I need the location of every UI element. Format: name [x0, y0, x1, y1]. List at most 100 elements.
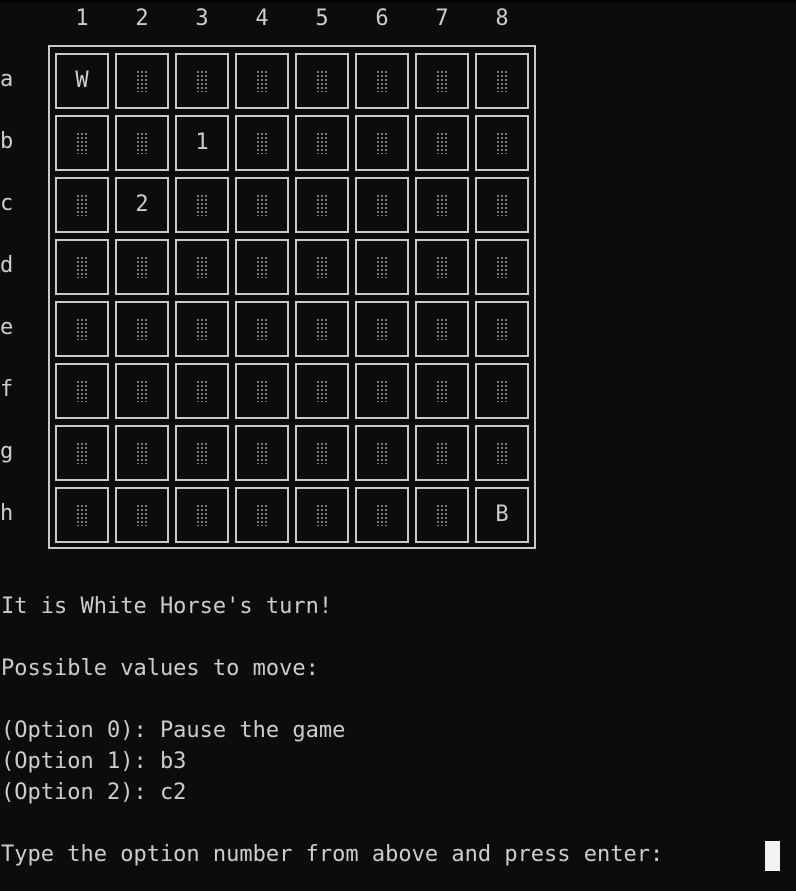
board-cell-b4 [235, 115, 289, 171]
board-cell-d5 [295, 239, 349, 295]
board-cell-h8: B [475, 487, 529, 543]
board-cell-a8 [475, 53, 529, 109]
board-cell-f6 [355, 363, 409, 419]
empty-square-shade-icon [256, 318, 268, 340]
board-cell-b2 [115, 115, 169, 171]
row-label: g [0, 439, 14, 464]
board-cell-b5 [295, 115, 349, 171]
board-cell-g3 [175, 425, 229, 481]
column-label: 4 [255, 6, 269, 31]
board-cell-h5 [295, 487, 349, 543]
board-cell-a7 [415, 53, 469, 109]
board-cell-h7 [415, 487, 469, 543]
window-top-edge [0, 0, 796, 3]
board-cell-b6 [355, 115, 409, 171]
empty-square-shade-icon [196, 194, 208, 216]
board-cell-d1 [55, 239, 109, 295]
empty-square-shade-icon [256, 132, 268, 154]
possible-moves-header: Possible values to move: [1, 656, 319, 681]
board-cell-d3 [175, 239, 229, 295]
empty-square-shade-icon [76, 504, 88, 526]
empty-square-shade-icon [376, 256, 388, 278]
board-cell-b3: 1 [175, 115, 229, 171]
column-label: 2 [135, 6, 149, 31]
black-horse-piece: B [495, 502, 509, 527]
board-cell-c2: 2 [115, 177, 169, 233]
row-label: d [0, 253, 14, 278]
empty-square-shade-icon [316, 504, 328, 526]
empty-square-shade-icon [316, 442, 328, 464]
empty-square-shade-icon [436, 442, 448, 464]
move-marker: 1 [195, 130, 209, 155]
empty-square-shade-icon [196, 504, 208, 526]
board-cell-e1 [55, 301, 109, 357]
empty-square-shade-icon [496, 442, 508, 464]
empty-square-shade-icon [76, 380, 88, 402]
board-cell-c7 [415, 177, 469, 233]
empty-square-shade-icon [136, 70, 148, 92]
empty-square-shade-icon [376, 132, 388, 154]
board-cell-e5 [295, 301, 349, 357]
empty-square-shade-icon [436, 504, 448, 526]
board-cell-f4 [235, 363, 289, 419]
empty-square-shade-icon [256, 442, 268, 464]
board-cell-g8 [475, 425, 529, 481]
board-cell-b1 [55, 115, 109, 171]
empty-square-shade-icon [436, 380, 448, 402]
empty-square-shade-icon [496, 256, 508, 278]
empty-square-shade-icon [76, 194, 88, 216]
column-label: 6 [375, 6, 389, 31]
board-cell-f7 [415, 363, 469, 419]
empty-square-shade-icon [256, 194, 268, 216]
board-cell-e7 [415, 301, 469, 357]
option-0: (Option 0): Pause the game [1, 718, 346, 743]
option-1: (Option 1): b3 [1, 749, 187, 774]
board-cell-d4 [235, 239, 289, 295]
empty-square-shade-icon [196, 380, 208, 402]
empty-square-shade-icon [496, 70, 508, 92]
empty-square-shade-icon [196, 442, 208, 464]
board-cell-h6 [355, 487, 409, 543]
row-label: f [0, 377, 14, 402]
empty-square-shade-icon [376, 318, 388, 340]
empty-square-shade-icon [196, 70, 208, 92]
empty-square-shade-icon [436, 70, 448, 92]
empty-square-shade-icon [316, 70, 328, 92]
empty-square-shade-icon [136, 132, 148, 154]
column-label: 8 [495, 6, 509, 31]
board-cell-a2 [115, 53, 169, 109]
empty-square-shade-icon [436, 318, 448, 340]
board-cell-h3 [175, 487, 229, 543]
empty-square-shade-icon [196, 256, 208, 278]
board-cell-d8 [475, 239, 529, 295]
board-cell-g7 [415, 425, 469, 481]
empty-square-shade-icon [136, 442, 148, 464]
board-cell-c3 [175, 177, 229, 233]
board-cell-g6 [355, 425, 409, 481]
board-cell-c4 [235, 177, 289, 233]
empty-square-shade-icon [376, 194, 388, 216]
board-cell-e3 [175, 301, 229, 357]
empty-square-shade-icon [256, 70, 268, 92]
board-cell-c6 [355, 177, 409, 233]
empty-square-shade-icon [376, 442, 388, 464]
empty-square-shade-icon [436, 256, 448, 278]
empty-square-shade-icon [76, 318, 88, 340]
board-cell-f8 [475, 363, 529, 419]
input-prompt: Type the option number from above and pr… [1, 842, 677, 867]
row-label: h [0, 501, 14, 526]
empty-square-shade-icon [76, 132, 88, 154]
empty-square-shade-icon [256, 504, 268, 526]
empty-square-shade-icon [496, 194, 508, 216]
board-cell-f3 [175, 363, 229, 419]
text-cursor[interactable] [765, 841, 780, 871]
board-cell-e4 [235, 301, 289, 357]
empty-square-shade-icon [316, 380, 328, 402]
white-horse-piece: W [75, 68, 89, 93]
board-cell-a3 [175, 53, 229, 109]
empty-square-shade-icon [136, 256, 148, 278]
empty-square-shade-icon [316, 318, 328, 340]
empty-square-shade-icon [316, 256, 328, 278]
empty-square-shade-icon [436, 194, 448, 216]
board-cell-g4 [235, 425, 289, 481]
